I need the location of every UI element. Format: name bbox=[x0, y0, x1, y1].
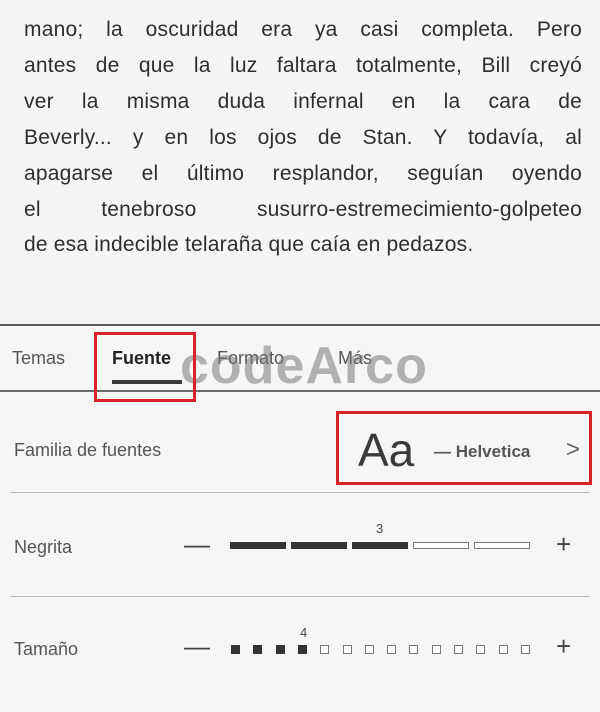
highlight-box-font-family bbox=[336, 411, 592, 485]
size-level-step[interactable] bbox=[454, 645, 463, 654]
watermark: codeArco bbox=[180, 337, 428, 395]
reading-text: mano; la oscuridad era ya casi completa.… bbox=[24, 12, 582, 263]
tab-temas[interactable]: Temas bbox=[12, 348, 65, 369]
size-level-value: 4 bbox=[300, 625, 308, 640]
bold-level-segment[interactable] bbox=[352, 542, 408, 549]
size-level-step[interactable] bbox=[298, 645, 307, 654]
font-family-label: Familia de fuentes bbox=[14, 440, 162, 460]
bold-level-value: 3 bbox=[376, 521, 384, 536]
settings-panel: Temas Fuente Formato Más codeArco Famili… bbox=[0, 324, 600, 712]
bold-level-segment[interactable] bbox=[230, 542, 286, 549]
size-level-step[interactable] bbox=[432, 645, 441, 654]
text-line: apagarse el último resplandor, seguían o… bbox=[24, 161, 582, 185]
divider bbox=[10, 492, 590, 493]
size-level-step[interactable] bbox=[231, 645, 240, 654]
size-level-step[interactable] bbox=[343, 645, 352, 654]
size-increase-button[interactable]: + bbox=[556, 631, 571, 662]
text-line: de esa indecible telaraña que caía en pe… bbox=[24, 233, 474, 257]
size-level-step[interactable] bbox=[276, 645, 285, 654]
text-line: el tenebroso susurro-estremecimiento-gol… bbox=[24, 197, 582, 221]
text-line: antes de que la luz faltara totalmente, … bbox=[24, 53, 582, 77]
bold-level-segment[interactable] bbox=[474, 542, 530, 549]
bold-label: Negrita bbox=[14, 537, 73, 557]
highlight-box-fuente-tab bbox=[94, 332, 196, 402]
size-label: Tamaño bbox=[14, 639, 79, 659]
bold-increase-button[interactable]: + bbox=[556, 529, 571, 560]
text-line: mano; la oscuridad era ya casi completa.… bbox=[24, 18, 582, 41]
size-level-step[interactable] bbox=[409, 645, 418, 654]
size-level-step[interactable] bbox=[499, 645, 508, 654]
bold-level-segment[interactable] bbox=[291, 542, 347, 549]
size-level-step[interactable] bbox=[387, 645, 396, 654]
size-level-step[interactable] bbox=[253, 645, 262, 654]
text-line: Beverly... y en los ojos de Stan. Y toda… bbox=[24, 125, 582, 149]
bold-decrease-button[interactable]: — bbox=[184, 529, 210, 560]
size-level-step[interactable] bbox=[476, 645, 485, 654]
size-level-step[interactable] bbox=[320, 645, 329, 654]
size-level-step[interactable] bbox=[521, 645, 530, 654]
bold-level-segment[interactable] bbox=[413, 542, 469, 549]
text-line: ver la misma duda infernal en la cara de bbox=[24, 89, 582, 113]
size-level-step[interactable] bbox=[365, 645, 374, 654]
size-decrease-button[interactable]: — bbox=[184, 631, 210, 662]
tab-bar: Temas Fuente Formato Más codeArco bbox=[0, 326, 600, 395]
divider bbox=[10, 596, 590, 597]
